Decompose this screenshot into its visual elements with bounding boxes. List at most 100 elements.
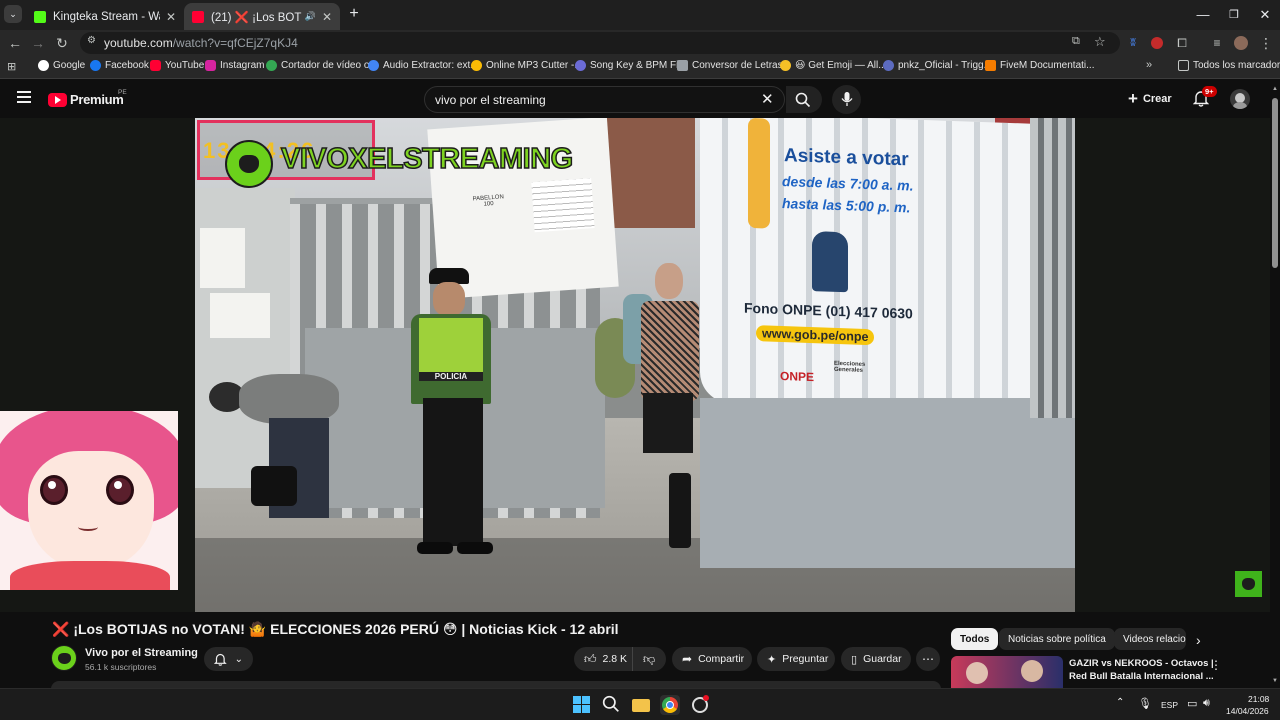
keyboard-language[interactable]: ESP	[1161, 700, 1178, 710]
speaker-icon[interactable]: 🔊	[305, 11, 316, 22]
extension-wave-icon[interactable]: ʬ	[1123, 33, 1143, 53]
chrome-taskbar-icon[interactable]	[660, 695, 680, 715]
like-button[interactable]: 👍︎ 2.8 K	[574, 647, 632, 671]
bookmark-fivem[interactable]: FiveM Documentati...	[985, 60, 1094, 71]
extensions-puzzle-icon[interactable]: ⧠	[1172, 33, 1192, 53]
bookmark-youtube[interactable]: YouTube	[150, 60, 204, 71]
search-icon	[795, 92, 811, 108]
page-scrollbar[interactable]: ▲ ▼	[1271, 86, 1279, 686]
avatar-face	[28, 451, 154, 571]
save-bookmark-icon: ▯	[851, 653, 858, 666]
close-icon[interactable]: ✕	[166, 10, 176, 24]
url-text[interactable]: youtube.com/watch?v=qfCEjZ7qKJ4	[104, 36, 298, 50]
bookmark-mp3-cutter[interactable]: Online MP3 Cutter -...	[471, 60, 583, 71]
bookmark-get-emoji[interactable]: 😃 Get Emoji — All...	[780, 60, 887, 71]
taskbar-search-icon[interactable]	[602, 695, 622, 715]
recommended-menu-icon[interactable]: ⋮	[1210, 658, 1222, 672]
tab-search-button[interactable]: ⌄	[4, 5, 22, 23]
voice-search-button[interactable]	[832, 85, 861, 114]
bookmark-google[interactable]: Google	[38, 60, 85, 71]
apps-grid-icon[interactable]: ⊞	[7, 60, 16, 73]
back-icon[interactable]: ←	[5, 33, 25, 53]
network-icon[interactable]: ▭	[1187, 697, 1197, 710]
subscribe-bell-button[interactable]: ⌄	[204, 647, 253, 671]
person-icon	[883, 60, 894, 71]
save-button[interactable]: ▯ Guardar	[841, 647, 911, 671]
microphone-tray-icon[interactable]: 🎙︎	[1138, 697, 1152, 710]
fivem-icon	[985, 60, 996, 71]
forward-icon[interactable]: →	[28, 33, 48, 53]
video-frame[interactable]: PABELLON 100 13: 14:26 VIVOXELSTREAMING …	[195, 118, 1075, 612]
site-info-icon[interactable]: ⚙	[87, 35, 96, 46]
channel-name[interactable]: Vivo por el Streaming	[85, 647, 198, 659]
chip-todos[interactable]: Todos	[951, 628, 999, 650]
windows-taskbar: ⌃ 🎙︎ ESP ▭ 🔊︎ 21:08 14/04/2026	[0, 688, 1280, 720]
new-tab-button[interactable]: +	[346, 6, 362, 22]
bookmark-cortador[interactable]: Cortador de vídeo o...	[266, 60, 378, 71]
clock-date[interactable]: 14/04/2026	[1226, 706, 1269, 716]
obs-taskbar-icon[interactable]	[690, 695, 710, 715]
url-path: /watch?v=qfCEjZ7qKJ4	[172, 36, 298, 50]
scrollbar-down-icon[interactable]: ▼	[1272, 678, 1278, 684]
video-player[interactable]: PABELLON 100 13: 14:26 VIVOXELSTREAMING …	[0, 118, 1270, 612]
thumbs-up-icon: 👍︎	[584, 651, 597, 666]
media-controls-icon[interactable]: ≡	[1207, 33, 1227, 53]
create-button[interactable]: + Crear	[1128, 90, 1172, 107]
tab-youtube-active[interactable]: (21) ❌ ¡Los BOTIJAS no VO 🔊 ✕	[184, 3, 340, 30]
restore-button[interactable]: ❐	[1219, 4, 1249, 26]
search-box[interactable]: vivo por el streaming ✕	[424, 86, 785, 113]
scrollbar-thumb[interactable]	[1272, 98, 1278, 268]
install-icon[interactable]: ⧉	[1072, 35, 1080, 48]
stream-logo-icon	[225, 140, 273, 188]
region-label: PE	[118, 89, 127, 96]
recommended-title-line1[interactable]: GAZIR vs NEKROOS - Octavos |	[1069, 658, 1214, 669]
close-window-button[interactable]: ✕	[1250, 4, 1280, 26]
more-bookmarks-icon[interactable]: »	[1146, 59, 1152, 71]
minimize-button[interactable]: —	[1188, 4, 1218, 26]
chips-next-icon[interactable]: ›	[1196, 632, 1201, 648]
account-avatar[interactable]	[1230, 89, 1250, 109]
bookmark-instagram[interactable]: Instagram	[205, 60, 264, 71]
address-bar[interactable]: ⚙ youtube.com/watch?v=qfCEjZ7qKJ4 ⧉ ☆	[80, 32, 1120, 54]
windows-start-icon[interactable]	[572, 695, 592, 715]
search-input[interactable]: vivo por el streaming	[435, 93, 546, 107]
more-dots-icon: ⋯	[922, 652, 934, 666]
youtube-logo[interactable]: Premium	[48, 92, 124, 107]
bookmark-pnkz[interactable]: pnkz_Oficial - Trigg...	[883, 60, 992, 71]
police-vest-label: POLICIA	[419, 372, 483, 381]
extension-red-icon[interactable]	[1147, 33, 1167, 53]
onpe-poster: Asiste a votar desde las 7:00 a. m. hast…	[700, 118, 1035, 414]
close-icon[interactable]: ✕	[322, 10, 332, 24]
chip-videos-relacionados[interactable]: Videos relacion	[1114, 628, 1186, 650]
chip-noticias-politica[interactable]: Noticias sobre política	[999, 628, 1115, 650]
bookmark-star-icon[interactable]: ☆	[1094, 34, 1106, 50]
dislike-button[interactable]: 👎︎	[632, 647, 666, 671]
bookmark-audio-extractor[interactable]: Audio Extractor: ext...	[368, 60, 479, 71]
share-button[interactable]: ➦ Compartir	[672, 647, 752, 671]
vtuber-avatar-overlay	[0, 411, 178, 590]
bookmark-conversor[interactable]: Conversor de Letras...	[677, 60, 791, 71]
more-actions-button[interactable]: ⋯	[916, 647, 940, 671]
channel-avatar[interactable]	[51, 645, 77, 671]
all-bookmarks-folder[interactable]: Todos los marcadores	[1178, 60, 1280, 71]
recommended-title-line2[interactable]: Red Bull Batalla Internacional ...	[1069, 671, 1214, 682]
search-button[interactable]	[786, 86, 822, 113]
hamburger-menu-icon[interactable]	[17, 91, 31, 103]
bookmark-facebook[interactable]: Facebook	[90, 60, 149, 71]
volume-icon[interactable]: 🔊︎	[1203, 697, 1210, 710]
ask-button[interactable]: ✦ Preguntar	[757, 647, 835, 671]
profile-avatar-icon[interactable]	[1231, 33, 1251, 53]
channel-watermark-icon[interactable]	[1235, 571, 1262, 597]
clock-time[interactable]: 21:08	[1248, 694, 1269, 704]
bookmark-song-key[interactable]: Song Key & BPM Fi...	[575, 60, 687, 71]
scrollbar-up-icon[interactable]: ▲	[1272, 86, 1278, 92]
show-hidden-icons-icon[interactable]: ⌃	[1116, 697, 1124, 708]
clear-search-icon[interactable]: ✕	[761, 90, 774, 108]
poster-org-logo-text: ONPE	[780, 368, 815, 385]
tab-kingteka[interactable]: Kingteka Stream - Watch Live o ✕	[26, 3, 184, 30]
reload-icon[interactable]: ↻	[52, 33, 72, 53]
notifications-button[interactable]: 9+	[1192, 86, 1217, 108]
file-explorer-icon[interactable]	[631, 695, 651, 715]
recommended-thumbnail[interactable]	[951, 656, 1063, 688]
menu-dots-icon[interactable]: ⋮	[1256, 33, 1276, 53]
